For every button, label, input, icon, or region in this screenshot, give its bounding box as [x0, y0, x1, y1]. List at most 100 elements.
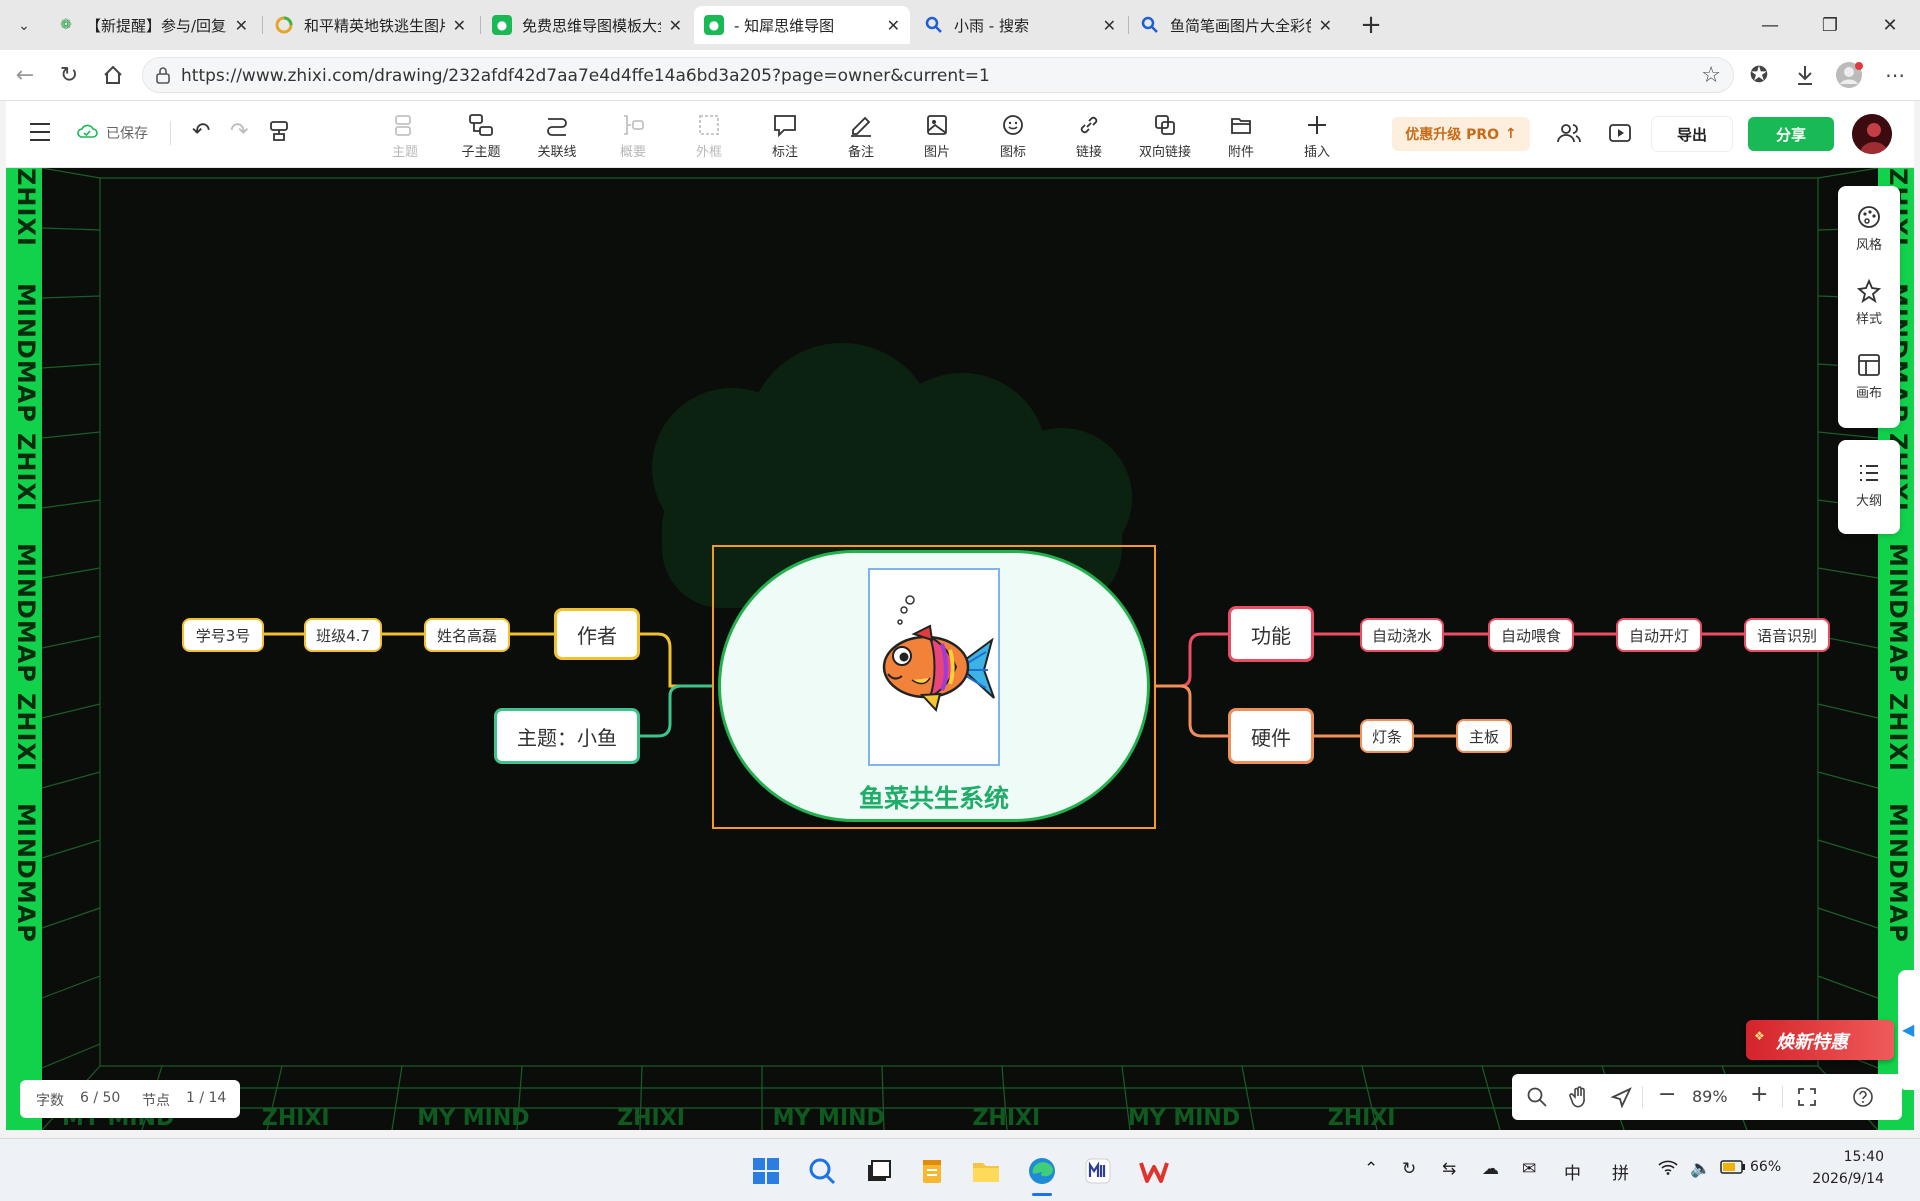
- close-tab-icon[interactable]: ✕: [453, 16, 466, 35]
- format-painter-icon[interactable]: [268, 119, 290, 147]
- tray-expand-icon[interactable]: ⌃: [1364, 1159, 1378, 1179]
- lock-icon[interactable]: [155, 66, 171, 88]
- node-subject[interactable]: 主题：小鱼: [494, 708, 640, 764]
- wifi-icon[interactable]: [1658, 1159, 1678, 1180]
- panel-item-outline[interactable]: 大纲: [1838, 460, 1900, 509]
- fullscreen-icon[interactable]: [1796, 1086, 1818, 1112]
- browser-tab-4-active[interactable]: ● - 知犀思维导图 ✕: [694, 6, 910, 44]
- mindmap-canvas[interactable]: ZHIXI MINDMAP ZHIXI MINDMAP ZHIXI MINDMA…: [6, 168, 1914, 1130]
- tool-image[interactable]: 图片: [902, 111, 972, 163]
- node-function-child[interactable]: 自动喂食: [1488, 618, 1574, 652]
- zoom-out-button[interactable]: −: [1658, 1082, 1676, 1107]
- xmind-app-icon[interactable]: [1080, 1153, 1116, 1189]
- download-icon[interactable]: [1788, 58, 1822, 92]
- panel-item-format[interactable]: 样式: [1838, 278, 1900, 327]
- tool-subtopic[interactable]: 子主题: [446, 111, 516, 163]
- node-hardware[interactable]: 硬件: [1228, 708, 1314, 764]
- locate-arrow-icon[interactable]: [1610, 1086, 1632, 1112]
- clock-time[interactable]: 15:40: [1800, 1149, 1884, 1165]
- wps-office-icon[interactable]: [1136, 1153, 1172, 1189]
- fish-image[interactable]: [868, 568, 1000, 766]
- node-function[interactable]: 功能: [1228, 606, 1314, 662]
- node-author-class[interactable]: 班级4.7: [304, 618, 382, 652]
- more-menu-icon[interactable]: ⋯: [1878, 58, 1912, 92]
- help-icon[interactable]: [1852, 1086, 1874, 1112]
- user-avatar[interactable]: [1852, 114, 1892, 154]
- tool-boundary[interactable]: 外框: [674, 111, 744, 163]
- tool-insert[interactable]: 插入: [1282, 111, 1352, 163]
- file-explorer-icon[interactable]: [968, 1153, 1004, 1189]
- node-function-child[interactable]: 自动浇水: [1360, 618, 1444, 652]
- minimize-icon[interactable]: —: [1740, 0, 1800, 50]
- url-text[interactable]: https://www.zhixi.com/drawing/232afdf42d…: [181, 66, 990, 86]
- profile-avatar-icon[interactable]: [1832, 58, 1866, 92]
- clock-date[interactable]: 2026/9/14: [1790, 1171, 1884, 1187]
- node-function-child[interactable]: 语音识别: [1744, 618, 1830, 652]
- share-button[interactable]: 分享: [1748, 117, 1834, 151]
- tool-bidirectional-link[interactable]: 双向链接: [1130, 111, 1200, 163]
- undo-icon[interactable]: ↶: [192, 119, 210, 144]
- root-node[interactable]: 鱼菜共生系统: [718, 550, 1150, 822]
- tool-callout[interactable]: 标注: [750, 111, 820, 163]
- right-drawer-handle[interactable]: ◀: [1898, 970, 1920, 1090]
- ime-chinese-indicator[interactable]: 中: [1564, 1159, 1581, 1184]
- search-icon[interactable]: [1526, 1086, 1548, 1112]
- mail-icon[interactable]: ✉: [1522, 1159, 1536, 1179]
- hamburger-menu-icon[interactable]: [28, 121, 52, 147]
- favorites-icon[interactable]: ✪: [1742, 58, 1776, 92]
- node-author[interactable]: 作者: [554, 608, 640, 660]
- zoom-level[interactable]: 89%: [1692, 1087, 1728, 1106]
- sync-icon[interactable]: ↻: [1402, 1159, 1416, 1179]
- redo-icon[interactable]: ↷: [230, 119, 248, 144]
- tool-link[interactable]: 链接: [1054, 111, 1124, 163]
- battery-status[interactable]: 66%: [1720, 1159, 1781, 1175]
- browser-tab-6[interactable]: 鱼简笔画图片大全彩色 - 搜索 ✕: [1130, 6, 1342, 44]
- back-arrow-icon[interactable]: ←: [8, 58, 42, 92]
- presentation-play-icon[interactable]: [1608, 121, 1632, 149]
- zoom-in-button[interactable]: +: [1750, 1082, 1768, 1107]
- browser-tab-3[interactable]: ● 免费思维导图模板大全_思维导 ✕: [482, 6, 692, 44]
- task-view-icon[interactable]: [860, 1153, 896, 1189]
- tool-topic[interactable]: 主题: [370, 111, 440, 163]
- export-button[interactable]: 导出: [1652, 117, 1732, 151]
- tool-note[interactable]: 备注: [826, 111, 896, 163]
- upgrade-pro-button[interactable]: 优惠升级 PRO ↑: [1392, 117, 1530, 151]
- tool-summary[interactable]: 概要: [598, 111, 668, 163]
- close-tab-icon[interactable]: ✕: [235, 16, 248, 35]
- panel-item-style[interactable]: 风格: [1838, 204, 1900, 253]
- windows-start-icon[interactable]: [748, 1153, 784, 1189]
- browser-tab-5[interactable]: 小雨 - 搜索 ✕: [914, 6, 1126, 44]
- node-function-child[interactable]: 自动开灯: [1616, 618, 1702, 652]
- tool-relation-line[interactable]: 关联线: [522, 111, 592, 163]
- tool-emoji[interactable]: 图标: [978, 111, 1048, 163]
- taskbar-search-icon[interactable]: [804, 1153, 840, 1189]
- collaborators-icon[interactable]: [1556, 121, 1582, 149]
- browser-tab-2[interactable]: 和平精英地铁逃生图片装备_3 ✕: [264, 6, 476, 44]
- notepad-app-icon[interactable]: [914, 1153, 950, 1189]
- close-tab-icon[interactable]: ✕: [1103, 16, 1116, 35]
- url-field[interactable]: https://www.zhixi.com/drawing/232afdf42d…: [142, 57, 1734, 93]
- ime-pinyin-indicator[interactable]: 拼: [1612, 1159, 1629, 1184]
- home-icon[interactable]: [96, 58, 130, 92]
- close-tab-icon[interactable]: ✕: [887, 16, 900, 35]
- close-tab-icon[interactable]: ✕: [1319, 16, 1332, 35]
- close-window-icon[interactable]: ✕: [1860, 0, 1920, 50]
- volume-muted-icon[interactable]: 🔈: [1690, 1159, 1711, 1179]
- node-hardware-child[interactable]: 灯条: [1360, 719, 1414, 753]
- browser-tab-1[interactable]: ❁ 【新提醒】参与/回复主题 - 4 ✕: [46, 6, 258, 44]
- node-hardware-child[interactable]: 主板: [1456, 719, 1512, 753]
- new-tab-button[interactable]: +: [1356, 10, 1386, 40]
- tool-attachment[interactable]: 附件: [1206, 111, 1276, 163]
- canvas-stage[interactable]: MY MIND ZHIXI MY MIND ZHIXI MY MIND ZHIX…: [42, 168, 1878, 1130]
- favorite-star-icon[interactable]: ☆: [1701, 63, 1721, 88]
- promo-badge[interactable]: ❖ 焕新特惠: [1746, 1020, 1894, 1060]
- restore-icon[interactable]: ❐: [1800, 0, 1860, 50]
- node-author-student-id[interactable]: 学号3号: [182, 618, 264, 652]
- settings-sliders-icon[interactable]: ⇆: [1442, 1159, 1456, 1179]
- panel-item-canvas[interactable]: 画布: [1838, 352, 1900, 401]
- hand-pan-icon[interactable]: [1568, 1085, 1590, 1113]
- tab-list-chevron-icon[interactable]: ⌄: [10, 12, 38, 40]
- edge-browser-icon[interactable]: [1024, 1153, 1060, 1196]
- cloud-off-icon[interactable]: ☁: [1482, 1159, 1499, 1179]
- node-author-name[interactable]: 姓名高磊: [424, 618, 510, 652]
